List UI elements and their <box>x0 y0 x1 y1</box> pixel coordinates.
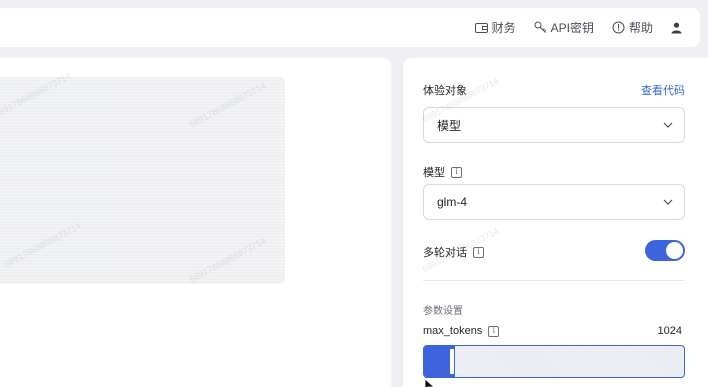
model-select-value: glm-4 <box>437 195 468 209</box>
user-menu-button[interactable] <box>671 22 682 34</box>
info-icon[interactable]: i <box>473 246 484 258</box>
chevron-down-icon <box>662 196 674 211</box>
help-nav-link[interactable]: 帮助 <box>612 19 653 36</box>
api-key-nav-link[interactable]: API密钥 <box>534 19 594 36</box>
help-icon <box>612 21 625 34</box>
params-section-title: 参数设置 <box>423 306 463 317</box>
max-tokens-slider[interactable] <box>423 345 685 378</box>
model-select[interactable]: glm-4 <box>423 184 685 220</box>
target-label-text: 体验对象 <box>423 85 467 97</box>
target-label: 体验对象 <box>423 82 467 98</box>
user-icon <box>671 22 682 34</box>
chevron-down-icon <box>662 119 674 134</box>
api-key-nav-label: API密钥 <box>550 21 594 35</box>
info-icon[interactable]: i <box>451 166 462 178</box>
multi-turn-label: 多轮对话 i <box>423 244 484 260</box>
key-icon <box>534 21 547 34</box>
view-code-link[interactable]: 查看代码 <box>641 82 685 98</box>
help-nav-label: 帮助 <box>628 21 653 35</box>
max-tokens-value: 1024 <box>657 325 682 337</box>
finance-nav-label: 财务 <box>491 21 516 35</box>
info-icon[interactable]: i <box>488 325 500 337</box>
model-label-text: 模型 <box>423 167 445 179</box>
divider <box>423 280 685 281</box>
top-nav: 财务 API密钥 帮助 <box>474 8 682 47</box>
max-tokens-label: max_tokens i <box>423 325 500 337</box>
chat-output-pane <box>0 58 391 387</box>
target-select[interactable]: 模型 <box>423 107 685 143</box>
slider-handle[interactable] <box>450 349 454 374</box>
mouse-cursor-icon <box>424 378 435 387</box>
output-placeholder <box>0 77 285 284</box>
target-select-value: 模型 <box>437 118 462 133</box>
wallet-icon <box>474 22 488 34</box>
model-label: 模型 i <box>423 164 462 180</box>
multi-turn-label-text: 多轮对话 <box>423 247 467 259</box>
finance-nav-link[interactable]: 财务 <box>474 19 516 36</box>
top-header-bar: 财务 API密钥 帮助 <box>0 8 700 47</box>
multi-turn-toggle[interactable] <box>645 240 685 261</box>
max-tokens-label-text: max_tokens <box>423 325 483 337</box>
config-panel: 体验对象 查看代码 模型 模型 i glm-4 多轮对话 i 参数设置 max_… <box>403 58 708 387</box>
toggle-knob <box>666 242 683 259</box>
